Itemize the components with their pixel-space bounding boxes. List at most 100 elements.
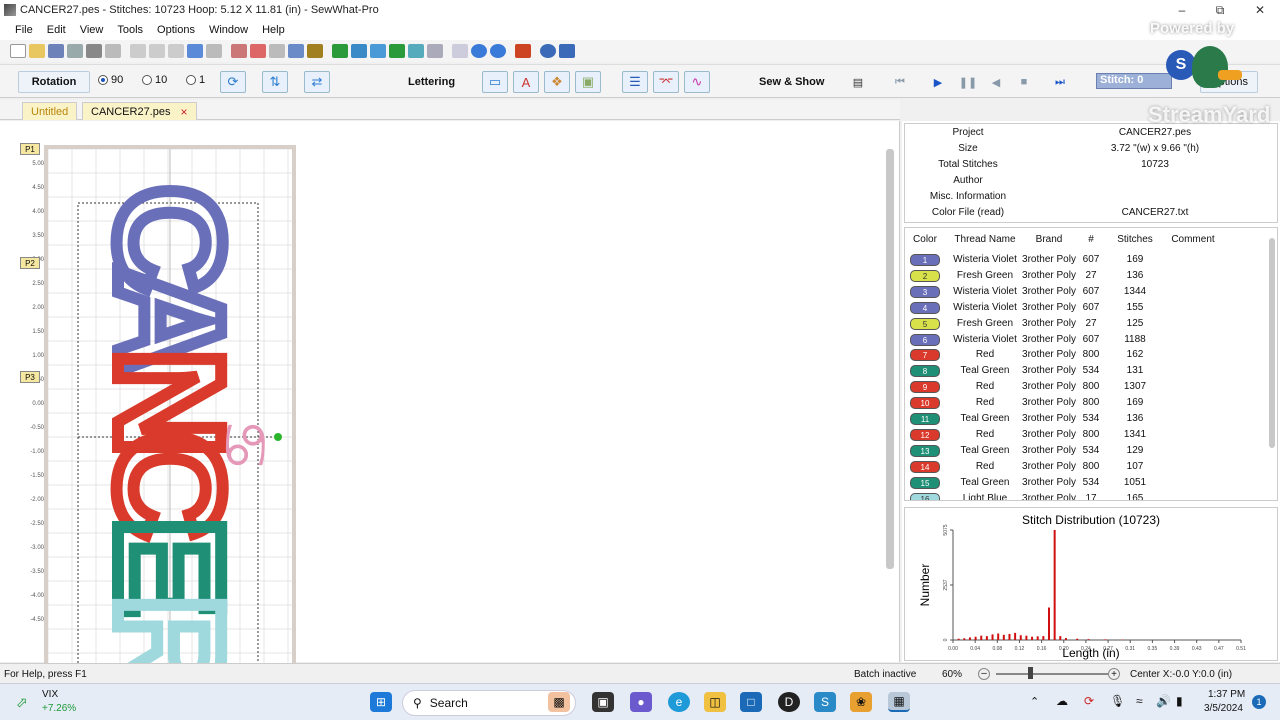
color-swatch[interactable]: 14	[910, 460, 940, 473]
color-swatch[interactable]: 15	[910, 476, 940, 489]
menu-tools[interactable]: Tools	[110, 24, 150, 36]
color-swatch[interactable]: 4	[910, 301, 940, 314]
print-icon[interactable]	[86, 44, 102, 58]
chevron-up-icon[interactable]: ⌃	[1030, 695, 1039, 708]
resize-icon[interactable]	[370, 44, 386, 58]
skip-end-icon[interactable]: ⏭	[1052, 75, 1068, 89]
edge-browser-icon[interactable]: e	[668, 692, 690, 712]
color-swatch[interactable]: 5	[910, 317, 940, 330]
tile-icon[interactable]	[515, 44, 531, 58]
color-swatch[interactable]: 10	[910, 397, 940, 410]
pin-icon[interactable]	[427, 44, 443, 58]
menu-view[interactable]: View	[73, 24, 111, 36]
mirror-horizontal-icon[interactable]: ⇄	[304, 71, 330, 93]
color-swatch[interactable]: 8	[910, 365, 940, 378]
rotation-10-radio[interactable]: 10	[142, 74, 167, 86]
color-row[interactable]: 14 Red 3rother Poly 800 107	[905, 459, 1265, 475]
color-row[interactable]: 7 Red 3rother Poly 800 162	[905, 347, 1265, 363]
design-svg[interactable]: CANCER♋	[47, 148, 292, 709]
split-icon[interactable]	[269, 44, 285, 58]
save-as-icon[interactable]	[67, 44, 83, 58]
column-header[interactable]: #	[1079, 234, 1103, 245]
help-icon[interactable]	[540, 44, 556, 58]
grid-icon[interactable]	[389, 44, 405, 58]
zoom-in-icon[interactable]	[471, 44, 487, 58]
sewwhat-pro-icon[interactable]: ▦	[888, 692, 910, 712]
monogram-icon[interactable]: ❖	[544, 71, 570, 93]
pause-icon[interactable]: ❚❚	[959, 75, 977, 89]
machine-icon[interactable]	[351, 44, 367, 58]
open-folder-icon[interactable]	[29, 44, 45, 58]
task-view-icon[interactable]: ▣	[592, 692, 614, 712]
mirror-vertical-icon[interactable]: ⇅	[262, 71, 288, 93]
column-header[interactable]: Stitches	[1115, 234, 1155, 245]
tab-untitled[interactable]: Untitled	[22, 102, 78, 120]
clock-time[interactable]: 1:37 PM	[1208, 689, 1245, 700]
new-file-icon[interactable]	[10, 44, 26, 58]
store-icon[interactable]: □	[740, 692, 762, 712]
redo-icon[interactable]	[206, 44, 222, 58]
machine-settings-icon[interactable]: ▤	[850, 75, 866, 89]
color-row[interactable]: 3 Wisteria Violet 3rother Poly 607 1344	[905, 284, 1265, 300]
image-icon[interactable]: ▣	[575, 71, 601, 93]
color-row[interactable]: 2 Fresh Green 3rother Poly 27 136	[905, 268, 1265, 284]
context-help-icon[interactable]	[559, 44, 575, 58]
dell-icon[interactable]: D	[778, 692, 800, 712]
color-swatch[interactable]: 2	[910, 269, 940, 282]
archive-icon[interactable]	[307, 44, 323, 58]
color-swatch[interactable]: 6	[910, 333, 940, 346]
file-explorer-icon[interactable]: ◫	[704, 692, 726, 712]
rotation-90-radio[interactable]: 90	[98, 74, 123, 86]
column-header[interactable]: Thread Name	[947, 234, 1023, 245]
play-icon[interactable]: ▶	[930, 75, 946, 89]
widgets-icon[interactable]: ▩	[548, 692, 570, 712]
align-icon[interactable]: ☰	[622, 71, 648, 93]
save-icon[interactable]	[48, 44, 64, 58]
color-row[interactable]: 13 Teal Green 3rother Poly 534 129	[905, 443, 1265, 459]
color-swatch[interactable]: 16	[910, 492, 940, 500]
arc-text-icon[interactable]: ⌤	[653, 71, 679, 93]
color-icon[interactable]	[408, 44, 424, 58]
color-row[interactable]: 16 Light Blue 3rother Poly 17 165	[905, 491, 1265, 500]
color-swatch[interactable]: 7	[910, 349, 940, 362]
print-preview-icon[interactable]	[105, 44, 121, 58]
color-row[interactable]: 4 Wisteria Violet 3rother Poly 607 155	[905, 300, 1265, 316]
color-row[interactable]: 5 Fresh Green 3rother Poly 27 125	[905, 316, 1265, 332]
color-swatch[interactable]: 9	[910, 381, 940, 394]
color-row[interactable]: 11 Teal Green 3rother Poly 534 136	[905, 411, 1265, 427]
zoom-out-button[interactable]: –	[978, 668, 990, 680]
step-back-icon[interactable]: ◀	[988, 75, 1004, 89]
placement-flag-p1[interactable]: P1	[20, 143, 40, 155]
wifi-icon[interactable]: ≈	[1136, 694, 1143, 708]
menu-options[interactable]: Options	[150, 24, 202, 36]
tab-cancer27[interactable]: CANCER27.pes ×	[82, 102, 197, 120]
cut-icon[interactable]	[130, 44, 146, 58]
zoom-slider-track[interactable]	[996, 673, 1108, 675]
disk-icon[interactable]	[288, 44, 304, 58]
column-header[interactable]: Brand	[1021, 234, 1077, 245]
ticker-name[interactable]: VIX	[42, 689, 58, 700]
menu-window[interactable]: Window	[202, 24, 255, 36]
options-button[interactable]: Options	[1200, 71, 1258, 93]
microphone-icon[interactable]: 🎙	[1110, 694, 1125, 708]
hoop-icon[interactable]	[332, 44, 348, 58]
stop-icon[interactable]: ■	[1016, 75, 1032, 89]
color-row[interactable]: 9 Red 3rother Poly 800 1307	[905, 379, 1265, 395]
battery-icon[interactable]: ▮	[1176, 694, 1183, 708]
placement-flag-p2[interactable]: P2	[20, 257, 40, 269]
copy-icon[interactable]	[149, 44, 165, 58]
color-row[interactable]: 8 Teal Green 3rother Poly 534 131	[905, 363, 1265, 379]
minimize-button[interactable]: –	[1162, 0, 1202, 20]
rotation-1-radio[interactable]: 1	[186, 74, 205, 86]
notification-badge[interactable]: 1	[1252, 695, 1266, 709]
canvas-scrollbar[interactable]	[886, 149, 894, 569]
column-header[interactable]: Comment	[1163, 234, 1223, 245]
lasso-icon[interactable]	[250, 44, 266, 58]
color-table-scrollbar[interactable]	[1269, 238, 1275, 448]
color-row[interactable]: 1 Wisteria Violet 3rother Poly 607 169	[905, 252, 1265, 268]
layout-icon[interactable]	[452, 44, 468, 58]
undo-icon[interactable]	[187, 44, 203, 58]
windows-start-icon[interactable]: ⊞	[370, 692, 392, 712]
color-swatch[interactable]: 12	[910, 428, 940, 441]
menu-file[interactable]: File	[8, 24, 40, 36]
